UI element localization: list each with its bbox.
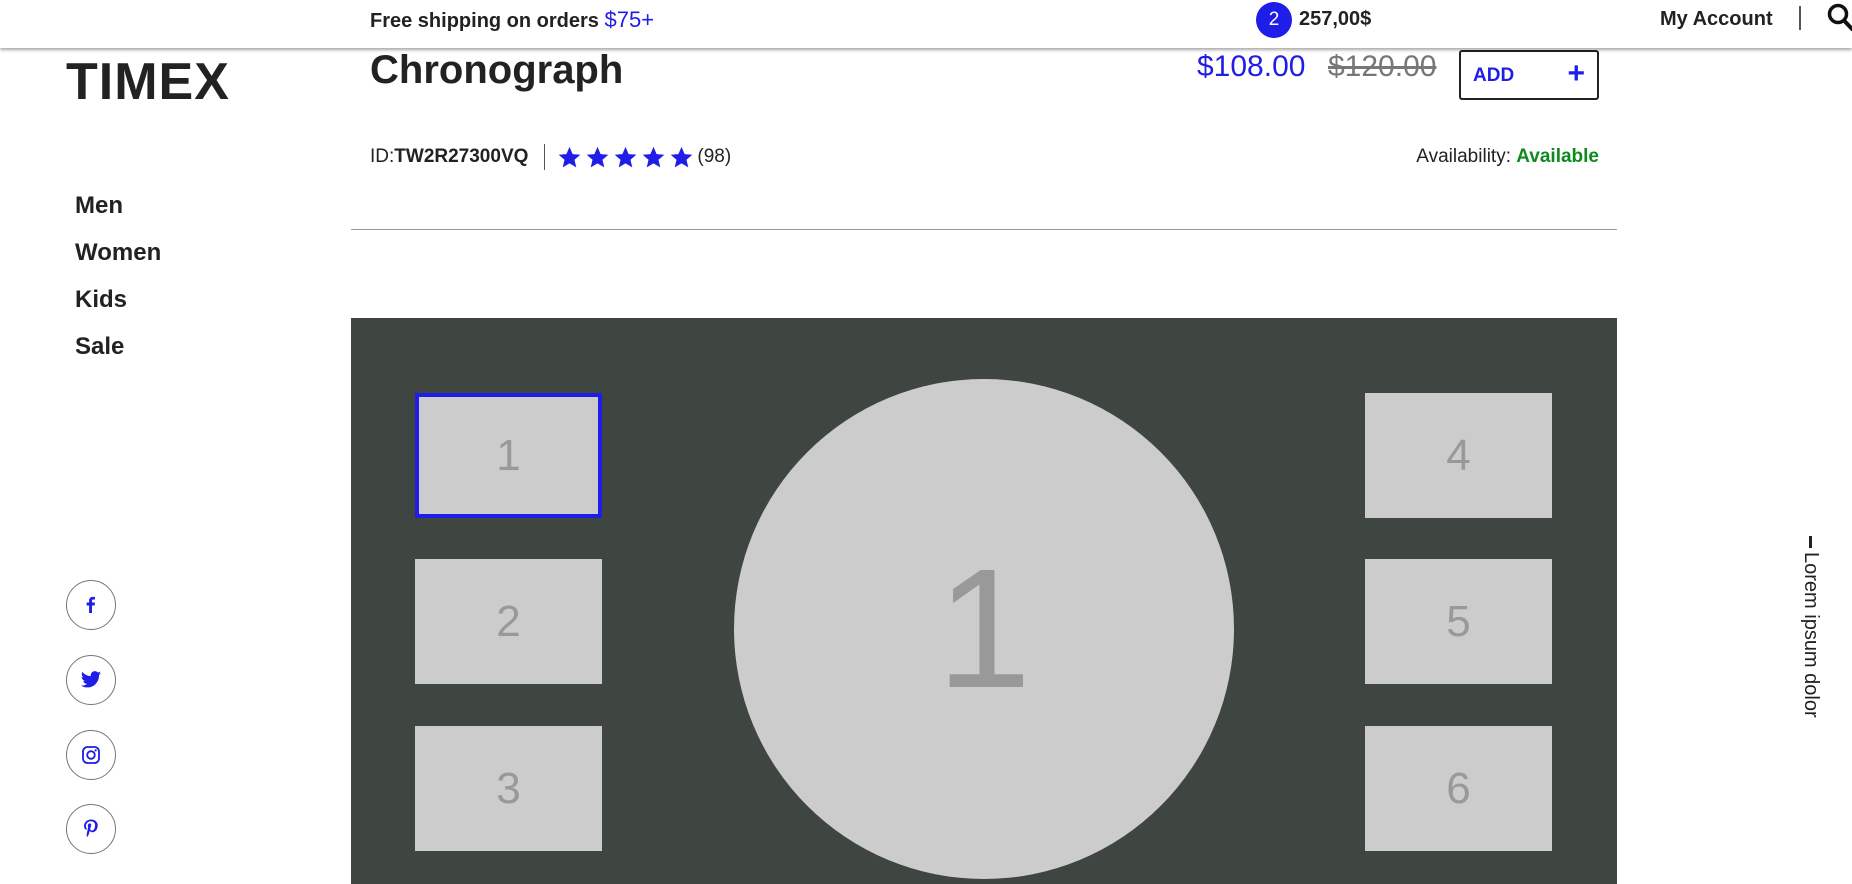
- add-button-label: ADD: [1473, 65, 1515, 86]
- product-id-label: ID:: [370, 146, 395, 167]
- gallery-main-image: 1: [734, 379, 1234, 879]
- star-icon: [587, 146, 609, 167]
- star-icon: [671, 146, 693, 167]
- nav-item-men[interactable]: Men: [75, 190, 161, 237]
- shipping-text: Free shipping on orders: [370, 10, 599, 32]
- pinterest-icon[interactable]: [66, 804, 116, 854]
- shipping-promo: Free shipping on orders $75+: [370, 7, 654, 33]
- divider: [351, 229, 1617, 230]
- main-nav: Men Women Kids Sale: [75, 190, 161, 378]
- twitter-icon[interactable]: [66, 655, 116, 705]
- facebook-icon[interactable]: [66, 580, 116, 630]
- star-icon: [643, 146, 665, 167]
- availability-label: Availability:: [1416, 146, 1511, 167]
- top-bar: Free shipping on orders $75+ 2 257,00$ M…: [0, 0, 1852, 48]
- gallery-thumbnail-1[interactable]: 1: [415, 393, 602, 518]
- gallery-thumbnail-2[interactable]: 2: [415, 559, 602, 684]
- availability: Availability: Available: [1416, 146, 1599, 168]
- my-account-link[interactable]: My Account: [1660, 8, 1773, 31]
- product-title: Chronograph: [370, 48, 624, 92]
- product-gallery: 1 2 3 1 4 5 6: [351, 318, 1617, 884]
- availability-status: Available: [1516, 146, 1599, 167]
- cart-total[interactable]: 257,00$: [1299, 8, 1371, 31]
- gallery-thumbnail-4[interactable]: 4: [1365, 393, 1552, 518]
- divider: [1799, 6, 1801, 30]
- product-old-price: $120.00: [1328, 50, 1437, 83]
- side-caption: Lorem ipsum dolor: [1800, 536, 1830, 736]
- instagram-icon[interactable]: [66, 730, 116, 780]
- nav-item-sale[interactable]: Sale: [75, 331, 161, 378]
- star-icon: [559, 146, 581, 167]
- brand-logo[interactable]: TIMEX: [66, 52, 230, 112]
- plus-icon: +: [1567, 57, 1585, 90]
- product-price: $108.00: [1197, 50, 1306, 83]
- nav-item-women[interactable]: Women: [75, 237, 161, 284]
- review-count[interactable]: (98): [697, 146, 731, 168]
- cart-count-badge[interactable]: 2: [1256, 2, 1292, 38]
- product-id: TW2R27300VQ: [394, 146, 529, 167]
- nav-item-kids[interactable]: Kids: [75, 284, 161, 331]
- search-icon[interactable]: [1826, 2, 1852, 34]
- rating-stars[interactable]: [557, 145, 694, 170]
- gallery-thumbnail-3[interactable]: 3: [415, 726, 602, 851]
- star-icon: [615, 146, 637, 167]
- gallery-thumbnail-5[interactable]: 5: [1365, 559, 1552, 684]
- product-meta: ID: TW2R27300VQ (98): [370, 144, 731, 170]
- divider: [544, 144, 546, 170]
- add-to-cart-button[interactable]: ADD +: [1459, 50, 1599, 100]
- side-caption-text: Lorem ipsum dolor: [1799, 536, 1822, 718]
- shipping-amount: $75+: [604, 7, 655, 32]
- gallery-thumbnail-6[interactable]: 6: [1365, 726, 1552, 851]
